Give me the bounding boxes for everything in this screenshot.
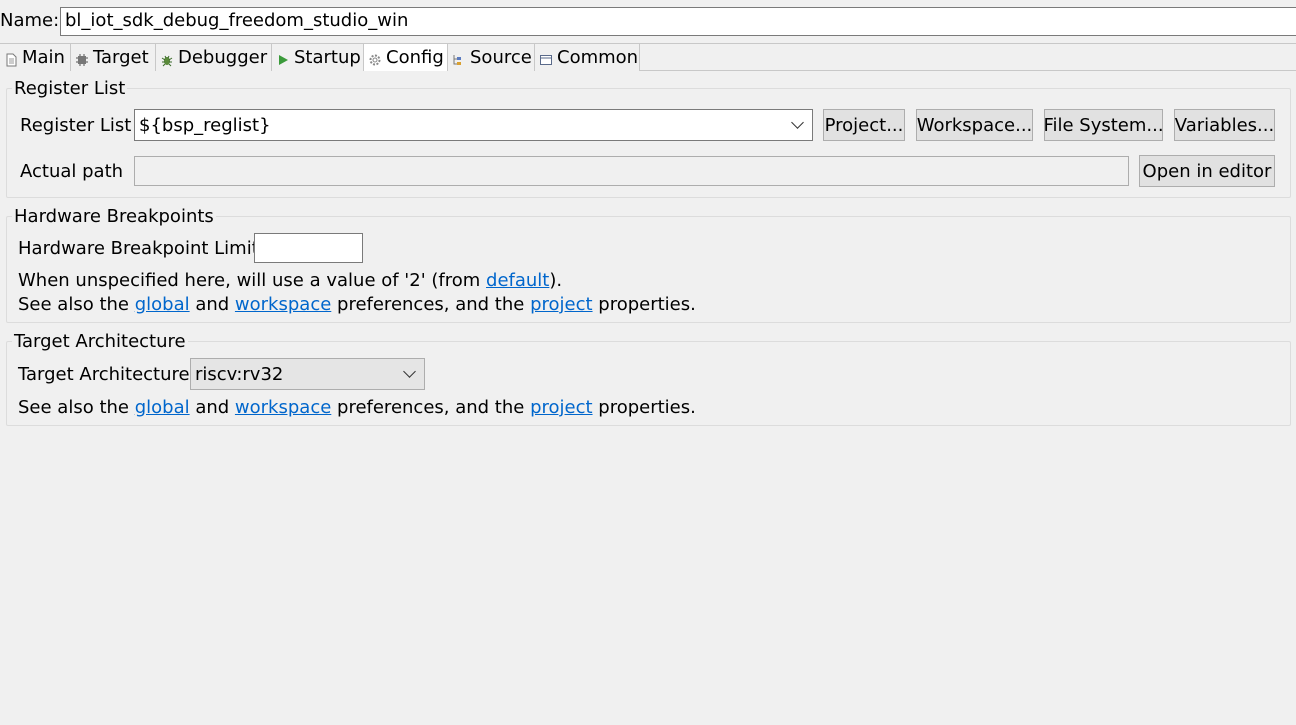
chevron-down-icon: [791, 116, 804, 129]
project-button[interactable]: Project...: [823, 109, 905, 141]
tab-label: Source: [470, 47, 532, 68]
see-also-text: and: [189, 294, 235, 315]
target-architecture-value: riscv:rv32: [195, 363, 284, 385]
name-label: Name:: [0, 10, 60, 31]
register-list-value: ${bsp_reglist}: [139, 114, 271, 136]
variables-button[interactable]: Variables...: [1174, 109, 1275, 141]
arch-see-also: See also the global and workspace prefer…: [18, 397, 696, 418]
bug-icon: [160, 51, 174, 66]
play-icon: [276, 51, 290, 65]
see-also-text: and: [189, 397, 235, 418]
tab-target[interactable]: Target: [71, 44, 156, 71]
tab-label: Startup: [294, 47, 361, 68]
source-icon: [452, 51, 466, 65]
document-icon: [4, 51, 18, 66]
window-icon: [539, 51, 553, 65]
chip-icon: [75, 51, 89, 66]
chevron-down-icon: [403, 365, 416, 378]
file-system-button[interactable]: File System...: [1043, 109, 1164, 141]
workspace-button[interactable]: Workspace...: [916, 109, 1033, 141]
hardware-breakpoints-group-title: Hardware Breakpoints: [12, 206, 216, 227]
workspace-link[interactable]: workspace: [235, 397, 331, 418]
register-list-group-title: Register List: [12, 78, 128, 99]
note-text: When unspecified here, will use a value …: [18, 270, 487, 291]
register-list-combo[interactable]: ${bsp_reglist}: [134, 109, 813, 141]
name-field[interactable]: bl_iot_sdk_debug_freedom_studio_win: [60, 7, 1296, 36]
see-also-text: preferences, and the: [331, 294, 531, 315]
project-link[interactable]: project: [530, 397, 592, 418]
global-link[interactable]: global: [135, 294, 190, 315]
see-also-text: See also the: [18, 397, 135, 418]
hardware-breakpoint-limit-label: Hardware Breakpoint Limit: [18, 238, 259, 259]
hw-default-note: When unspecified here, will use a value …: [18, 270, 562, 291]
tab-source[interactable]: Source: [448, 44, 535, 71]
gear-icon: [368, 51, 382, 65]
see-also-text: properties.: [592, 294, 696, 315]
note-text: ).: [549, 270, 563, 291]
tab-label: Target: [93, 47, 149, 68]
tab-config[interactable]: Config: [364, 44, 448, 71]
see-also-text: See also the: [18, 294, 135, 315]
register-list-label: Register List: [20, 115, 132, 136]
tab-label: Config: [386, 47, 444, 68]
tab-debugger[interactable]: Debugger: [156, 44, 272, 71]
actual-path-label: Actual path: [20, 161, 124, 182]
workspace-link[interactable]: workspace: [235, 294, 331, 315]
tab-main[interactable]: Main: [0, 44, 71, 71]
tab-common[interactable]: Common: [535, 44, 640, 71]
see-also-text: properties.: [592, 397, 696, 418]
project-link[interactable]: project: [530, 294, 592, 315]
hardware-breakpoint-limit-input[interactable]: [254, 233, 363, 263]
tab-label: Main: [22, 47, 65, 68]
tab-label: Debugger: [178, 47, 268, 68]
tab-label: Common: [557, 47, 639, 68]
global-link[interactable]: global: [135, 397, 190, 418]
target-architecture-label: Target Architecture: [18, 364, 190, 385]
hw-see-also: See also the global and workspace prefer…: [18, 294, 696, 315]
open-in-editor-button[interactable]: Open in editor: [1139, 155, 1275, 187]
actual-path-field[interactable]: [134, 156, 1129, 186]
tab-startup[interactable]: Startup: [272, 44, 364, 71]
target-architecture-select[interactable]: riscv:rv32: [190, 358, 425, 390]
target-architecture-group-title: Target Architecture: [12, 331, 188, 352]
see-also-text: preferences, and the: [331, 397, 531, 418]
default-link[interactable]: default: [486, 270, 549, 291]
